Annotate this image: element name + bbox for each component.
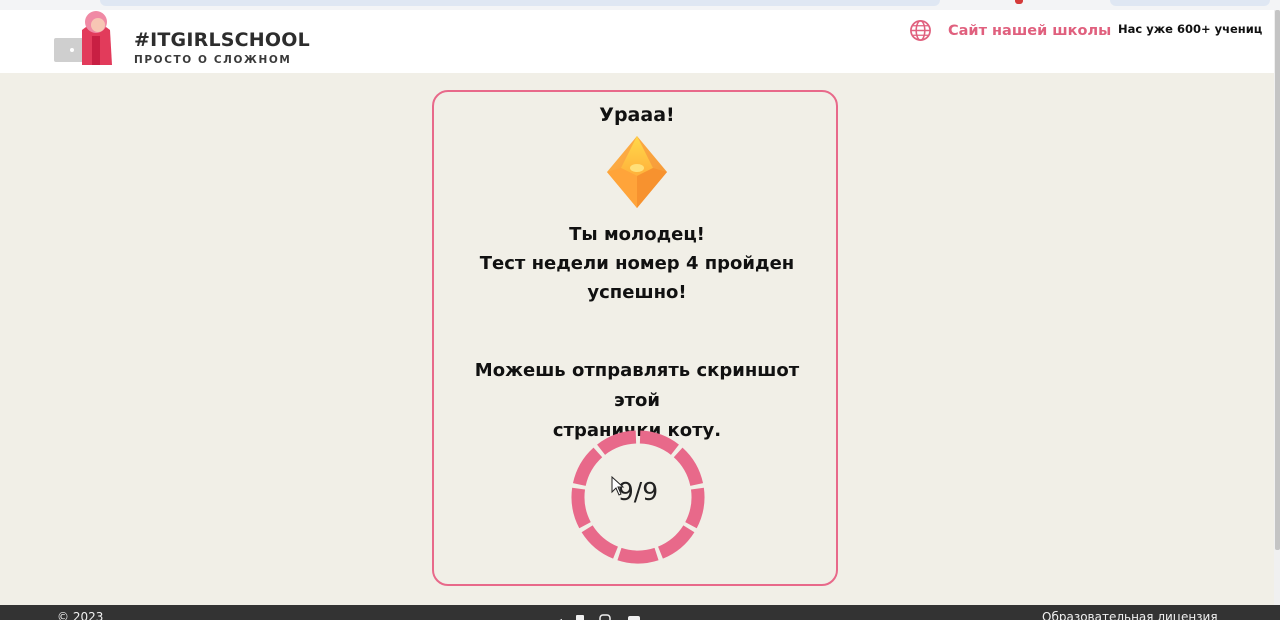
score-ring-segment — [657, 525, 695, 559]
footer-copyright: © 2023 — [57, 610, 104, 620]
site-header: #ITGIRLSCHOOL ПРОСТО О СЛОЖНОМ Сайт наше… — [0, 10, 1274, 73]
praise-line: успешно! — [587, 282, 687, 303]
svg-text:◂: ◂ — [556, 614, 562, 620]
result-card: Урааа! Ты молодец! Тест недели номер 4 п… — [432, 90, 838, 586]
gem-icon — [607, 136, 667, 208]
students-count-note: Нас уже 600+ учениц — [1118, 22, 1263, 36]
profile-button-edge — [1110, 0, 1270, 6]
school-site-link[interactable]: Сайт нашей школы — [948, 23, 1111, 39]
score-ring-segment — [597, 430, 637, 456]
page-scrollbar[interactable] — [1274, 10, 1280, 605]
brand-tagline: ПРОСТО О СЛОЖНОМ — [134, 54, 292, 66]
scrollbar-thumb[interactable] — [1275, 10, 1280, 550]
logo-girl-icon[interactable] — [52, 10, 128, 65]
score-value: 9/9 — [617, 477, 659, 506]
praise-line: Тест недели номер 4 пройден — [479, 253, 795, 274]
brand-name[interactable]: #ITGIRLSCHOOL — [134, 29, 310, 51]
footer-license[interactable]: Образовательная лицензия — [1042, 610, 1218, 620]
score-ring-segment — [617, 547, 659, 564]
praise-message: Ты молодец! Тест недели номер 4 пройден … — [454, 220, 820, 307]
praise-line: Ты молодец! — [569, 224, 705, 245]
score-ring-segment — [581, 525, 619, 559]
globe-icon[interactable] — [909, 19, 932, 42]
social-icons[interactable]: ◂ — [556, 613, 656, 620]
instruction-line: Можешь отправлять скриншот этой — [474, 360, 800, 411]
notification-dot — [1015, 0, 1023, 4]
site-footer: © 2023 ◂ Образовательная лицензия — [0, 605, 1280, 620]
address-bar-edge — [100, 0, 940, 6]
score-ring-segment — [639, 430, 679, 456]
result-title: Урааа! — [599, 104, 675, 126]
mouse-cursor-icon — [611, 476, 625, 496]
